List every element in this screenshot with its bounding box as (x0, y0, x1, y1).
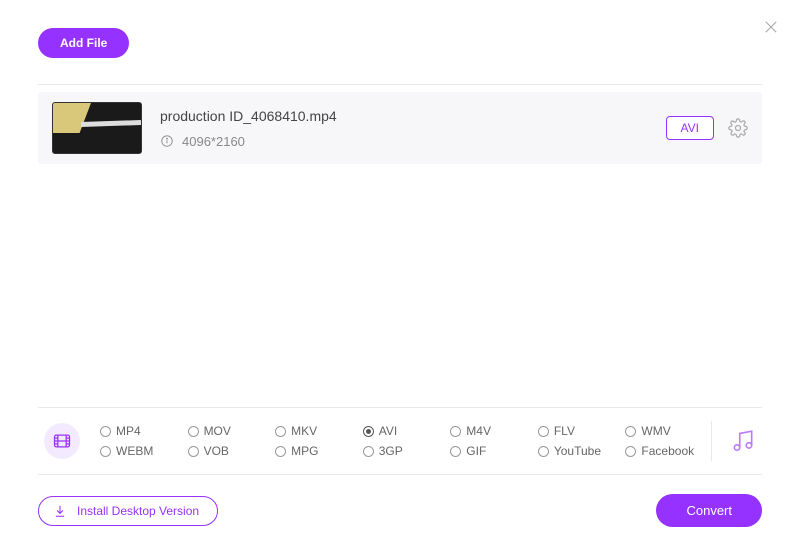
format-option-mp4[interactable]: MP4 (100, 424, 176, 438)
format-bar: MP4 MOV MKV AVI M4V FLV WMV WEBM VOB MPG 3GP GIF You… (38, 407, 762, 475)
radio-icon (538, 446, 549, 457)
format-label: M4V (466, 424, 491, 438)
install-label: Install Desktop Version (77, 504, 199, 518)
close-icon[interactable] (762, 18, 780, 36)
format-option-youtube[interactable]: YouTube (538, 444, 614, 458)
format-option-webm[interactable]: WEBM (100, 444, 176, 458)
footer: Install Desktop Version Convert (38, 494, 762, 527)
download-icon (53, 504, 67, 518)
radio-icon (100, 426, 111, 437)
format-option-3gp[interactable]: 3GP (363, 444, 439, 458)
format-label: MP4 (116, 424, 141, 438)
format-label: VOB (204, 444, 229, 458)
radio-icon (275, 426, 286, 437)
file-name: production ID_4068410.mp4 (160, 108, 666, 124)
add-file-button[interactable]: Add File (38, 28, 129, 58)
format-option-flv[interactable]: FLV (538, 424, 614, 438)
format-option-facebook[interactable]: Facebook (625, 444, 701, 458)
format-label: MKV (291, 424, 317, 438)
format-option-vob[interactable]: VOB (188, 444, 264, 458)
radio-icon (450, 426, 461, 437)
radio-icon (450, 446, 461, 457)
format-badge[interactable]: AVI (666, 116, 714, 140)
convert-button[interactable]: Convert (656, 494, 762, 527)
radio-icon (275, 446, 286, 457)
format-option-m4v[interactable]: M4V (450, 424, 526, 438)
format-label: MOV (204, 424, 231, 438)
radio-icon (363, 446, 374, 457)
format-option-wmv[interactable]: WMV (625, 424, 701, 438)
format-option-mpg[interactable]: MPG (275, 444, 351, 458)
format-label: YouTube (554, 444, 601, 458)
format-option-mkv[interactable]: MKV (275, 424, 351, 438)
video-thumbnail[interactable] (52, 102, 142, 154)
format-label: Facebook (641, 444, 694, 458)
format-label: WEBM (116, 444, 153, 458)
format-label: MPG (291, 444, 318, 458)
radio-icon (538, 426, 549, 437)
file-resolution: 4096*2160 (182, 134, 245, 149)
divider (38, 84, 762, 85)
music-icon[interactable] (730, 428, 756, 454)
formats-grid: MP4 MOV MKV AVI M4V FLV WMV WEBM VOB MPG 3GP GIF You… (100, 424, 701, 458)
file-meta: production ID_4068410.mp4 4096*2160 (160, 108, 666, 149)
format-label: AVI (379, 424, 397, 438)
file-info: 4096*2160 (160, 134, 666, 149)
info-icon (160, 134, 174, 148)
radio-icon (188, 446, 199, 457)
gear-icon[interactable] (728, 118, 748, 138)
file-row: production ID_4068410.mp4 4096*2160 AVI (38, 92, 762, 164)
format-option-mov[interactable]: MOV (188, 424, 264, 438)
radio-icon (188, 426, 199, 437)
radio-icon (363, 426, 374, 437)
radio-icon (100, 446, 111, 457)
format-label: FLV (554, 424, 575, 438)
format-label: GIF (466, 444, 486, 458)
format-label: WMV (641, 424, 670, 438)
format-option-gif[interactable]: GIF (450, 444, 526, 458)
radio-icon (625, 446, 636, 457)
radio-icon (625, 426, 636, 437)
video-category-icon[interactable] (44, 423, 80, 459)
install-desktop-button[interactable]: Install Desktop Version (38, 496, 218, 526)
format-option-avi[interactable]: AVI (363, 424, 439, 438)
divider-vertical (711, 421, 712, 461)
format-label: 3GP (379, 444, 403, 458)
